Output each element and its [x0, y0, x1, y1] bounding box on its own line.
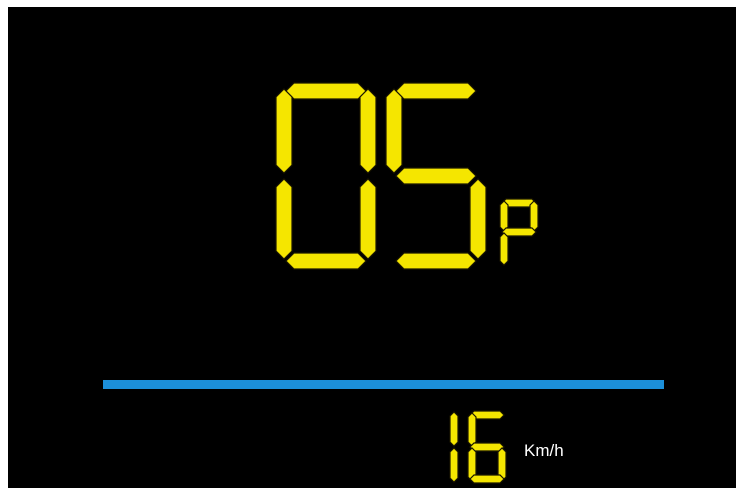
- digit-0-shape: [275, 82, 377, 270]
- divider-bar: [103, 380, 664, 389]
- speed-readout: 16: [436, 410, 510, 484]
- speed-segments: [449, 410, 507, 484]
- assist-level-readout: 05: [272, 80, 488, 272]
- assist-mode-readout: P: [498, 197, 544, 267]
- mode-p-segments: [499, 198, 539, 266]
- digit-1-shape: [449, 411, 459, 483]
- speed-unit-label: Km/h: [524, 441, 564, 460]
- assist-level-segments: [275, 82, 487, 270]
- digit-6-shape: [467, 410, 507, 484]
- display-screen: 05 P: [8, 7, 736, 488]
- digit-5-shape: [385, 82, 487, 270]
